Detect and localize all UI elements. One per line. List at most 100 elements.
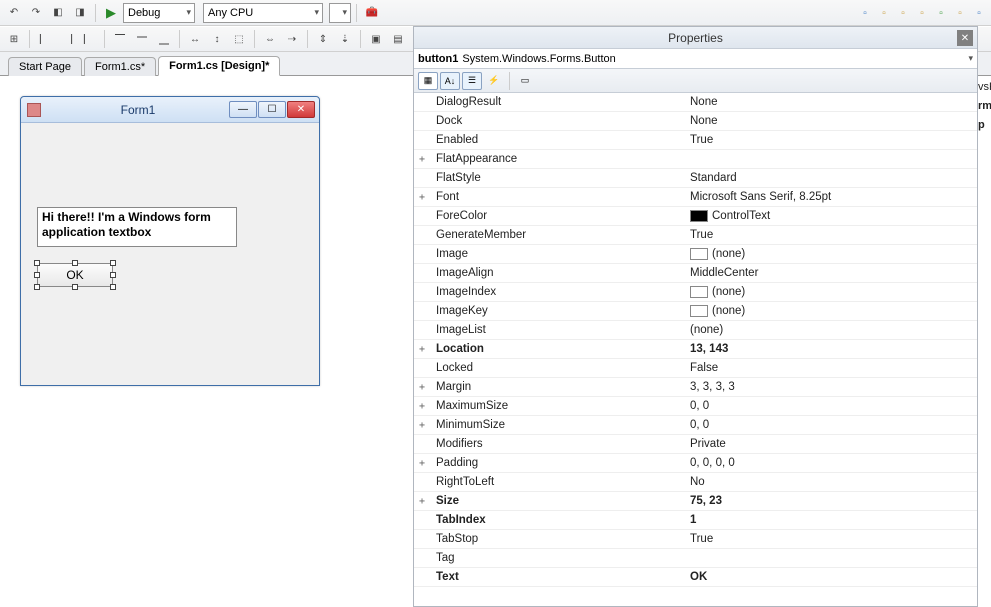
align-middle-icon[interactable]: ⎻ [132,29,152,49]
close-button[interactable]: ✕ [287,101,315,118]
align-left-icon[interactable]: ⎸ [35,29,55,49]
property-value[interactable]: None [686,115,977,127]
expand-icon[interactable]: + [414,496,430,507]
resize-handle-sw[interactable] [34,284,40,290]
hspace-equal-icon[interactable]: ⇔ [260,29,280,49]
property-value[interactable]: ControlText [686,210,977,222]
designer-surface[interactable]: Form1 — ☐ ✕ Hi there!! I'm a Windows for… [0,76,400,606]
empty-combo[interactable] [329,3,351,23]
redo-button[interactable]: ↷ [26,3,46,23]
property-row[interactable]: TextOK [414,568,977,587]
property-row[interactable]: ForeColorControlText [414,207,977,226]
expand-icon[interactable]: + [414,420,430,431]
undo-button[interactable]: ↶ [4,3,24,23]
property-value[interactable]: None [686,96,977,108]
resize-handle-n[interactable] [72,260,78,266]
align-top-icon[interactable]: ⎺ [110,29,130,49]
properties-object-selector[interactable]: button1 System.Windows.Forms.Button ▾ [414,49,977,69]
property-value[interactable]: (none) [686,324,977,336]
expand-icon[interactable]: + [414,382,430,393]
window-icon-4[interactable]: ▫ [914,5,930,21]
property-row[interactable]: +Margin3, 3, 3, 3 [414,378,977,397]
start-debug-button[interactable]: ▶ [101,3,121,23]
events-button[interactable]: ⚡ [484,72,504,90]
align-center-icon[interactable]: ⎹ [57,29,77,49]
window-icon-6[interactable]: ▫ [952,5,968,21]
property-row[interactable]: +FontMicrosoft Sans Serif, 8.25pt [414,188,977,207]
property-row[interactable]: +MinimumSize0, 0 [414,416,977,435]
expand-icon[interactable]: + [414,192,430,203]
property-row[interactable]: LockedFalse [414,359,977,378]
property-value[interactable]: True [686,134,977,146]
property-value[interactable]: (none) [686,248,977,260]
property-row[interactable]: Image(none) [414,245,977,264]
property-value[interactable]: 0, 0 [686,400,977,412]
property-value[interactable]: False [686,362,977,374]
vspace-inc-icon[interactable]: ⇣ [335,29,355,49]
form-client-area[interactable]: Hi there!! I'm a Windows form applicatio… [21,123,319,385]
minimize-button[interactable]: — [229,101,257,118]
textbox-control[interactable]: Hi there!! I'm a Windows form applicatio… [37,207,237,247]
nav-fwd-button[interactable]: ◨ [70,3,90,23]
tab-start-page[interactable]: Start Page [8,57,82,76]
expand-icon[interactable]: + [414,401,430,412]
align-right-icon[interactable]: ⎸ [79,29,99,49]
property-value[interactable]: True [686,229,977,241]
property-value[interactable]: Standard [686,172,977,184]
window-icon-3[interactable]: ▫ [895,5,911,21]
property-row[interactable]: ImageIndex(none) [414,283,977,302]
property-row[interactable]: DialogResultNone [414,93,977,112]
form-window[interactable]: Form1 — ☐ ✕ Hi there!! I'm a Windows for… [20,96,320,386]
property-row[interactable]: RightToLeftNo [414,473,977,492]
window-icon-7[interactable]: ▫ [971,5,987,21]
property-row[interactable]: +MaximumSize0, 0 [414,397,977,416]
configuration-combo[interactable]: Debug [123,3,195,23]
property-value[interactable]: 3, 3, 3, 3 [686,381,977,393]
property-pages-button[interactable]: ▭ [515,72,535,90]
maximize-button[interactable]: ☐ [258,101,286,118]
properties-close-button[interactable]: ✕ [957,30,973,46]
resize-handle-w[interactable] [34,272,40,278]
align-bottom-icon[interactable]: ⎽ [154,29,174,49]
object-dropdown-icon[interactable]: ▾ [968,53,973,64]
tab-form1-code[interactable]: Form1.cs* [84,57,156,76]
expand-icon[interactable]: + [414,458,430,469]
property-row[interactable]: +Location13, 143 [414,340,977,359]
nav-back-button[interactable]: ◧ [48,3,68,23]
property-row[interactable]: Tag [414,549,977,568]
property-value[interactable]: 0, 0, 0, 0 [686,457,977,469]
property-row[interactable]: DockNone [414,112,977,131]
property-value[interactable]: True [686,533,977,545]
property-row[interactable]: +FlatAppearance [414,150,977,169]
property-value[interactable]: No [686,476,977,488]
property-row[interactable]: TabStopTrue [414,530,977,549]
property-value[interactable]: 1 [686,514,977,526]
property-row[interactable]: ImageList(none) [414,321,977,340]
center-v-icon[interactable]: ▤ [388,29,408,49]
property-row[interactable]: TabIndex1 [414,511,977,530]
property-row[interactable]: GenerateMemberTrue [414,226,977,245]
property-row[interactable]: EnabledTrue [414,131,977,150]
window-icon-2[interactable]: ▫ [876,5,892,21]
property-value[interactable]: 75, 23 [686,495,977,507]
property-value[interactable]: (none) [686,305,977,317]
same-height-icon[interactable]: ↕ [207,29,227,49]
expand-icon[interactable]: + [414,154,430,165]
same-width-icon[interactable]: ↔ [185,29,205,49]
vspace-equal-icon[interactable]: ⇕ [313,29,333,49]
property-value[interactable]: OK [686,571,977,583]
center-h-icon[interactable]: ▣ [366,29,386,49]
expand-icon[interactable]: + [414,344,430,355]
properties-grid[interactable]: DialogResultNoneDockNoneEnabledTrue+Flat… [414,93,977,606]
property-value[interactable]: Private [686,438,977,450]
properties-button[interactable]: ☰ [462,72,482,90]
resize-handle-e[interactable] [110,272,116,278]
hspace-inc-icon[interactable]: ⇢ [282,29,302,49]
resize-handle-ne[interactable] [110,260,116,266]
property-value[interactable]: 13, 143 [686,343,977,355]
resize-handle-se[interactable] [110,284,116,290]
property-value[interactable]: (none) [686,286,977,298]
property-value[interactable]: Microsoft Sans Serif, 8.25pt [686,191,977,203]
align-grid-icon[interactable]: ⊞ [4,29,24,49]
same-size-icon[interactable]: ⬚ [229,29,249,49]
